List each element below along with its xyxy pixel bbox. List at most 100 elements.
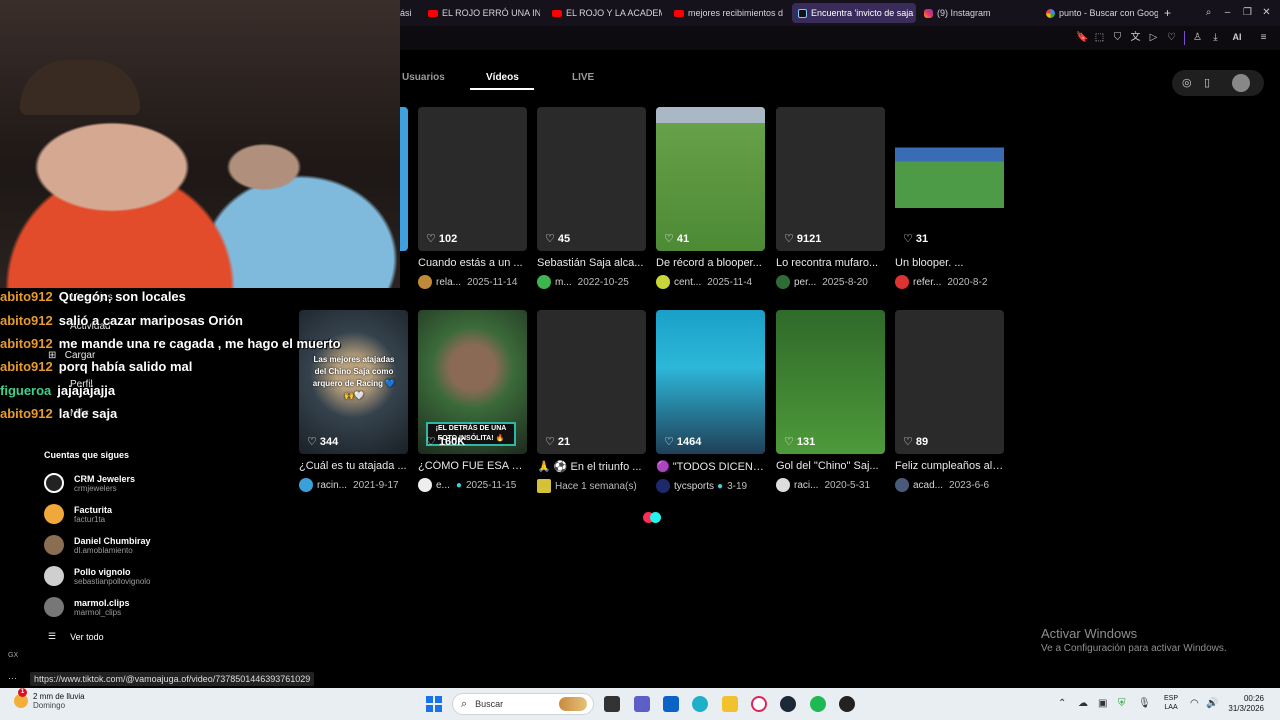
browser-tab[interactable]: EL ROJO Y LA ACADEMI <box>552 3 662 23</box>
avatar[interactable] <box>537 479 551 493</box>
browser-tab[interactable]: punto - Buscar con Goog <box>1046 3 1158 23</box>
video-card[interactable]: ♡ 21 🙏 ⚽ En el triunfo ... Hace 1 semana(… <box>537 310 646 493</box>
avatar[interactable] <box>418 478 432 492</box>
avatar[interactable] <box>44 597 64 617</box>
video-thumbnail[interactable]: ¡EL DETRÁS DE UNA FOTO INSÓLITA! 🔥 ♡ 160K <box>418 310 527 454</box>
clock[interactable]: 00:26 31/3/2026 <box>1226 694 1264 714</box>
ai-button[interactable]: AI <box>1228 32 1246 43</box>
avatar[interactable] <box>895 275 909 289</box>
screenshot-icon[interactable]: ⬚ <box>1094 32 1105 43</box>
video-thumbnail[interactable]: ♡ 9121 <box>776 107 885 251</box>
task-view-icon[interactable] <box>604 696 620 712</box>
video-thumbnail[interactable]: ♡ 131 <box>776 310 885 454</box>
more-icon[interactable]: ··· <box>8 673 17 683</box>
onedrive-icon[interactable]: ☁ <box>1078 698 1088 709</box>
author-name[interactable]: racin... <box>317 480 347 491</box>
video-thumbnail[interactable]: ♡ 31 <box>895 107 1004 251</box>
volume-icon[interactable]: 🔊 <box>1206 698 1218 709</box>
video-thumbnail[interactable]: ♡ 41 <box>656 107 765 251</box>
video-title[interactable]: Feliz cumpleaños al ... <box>895 460 1004 472</box>
video-title[interactable]: 🟣 "TODOS DICEN ... <box>656 460 765 473</box>
avatar[interactable] <box>537 275 551 289</box>
video-card[interactable]: ♡ 1464 🟣 "TODOS DICEN ... tycsports ● 3-19 <box>656 310 765 493</box>
video-thumbnail[interactable]: ♡ 21 <box>537 310 646 454</box>
edge-icon[interactable] <box>692 696 708 712</box>
avatar[interactable] <box>1232 74 1250 92</box>
video-card[interactable]: ♡ 102 Cuando estás a un ... rela... 2025-1… <box>418 107 527 289</box>
author-name[interactable]: rela... <box>436 277 461 288</box>
followed-account[interactable]: marmol.clips marmol_clips <box>44 597 130 617</box>
translate-icon[interactable]: 文 <box>1130 32 1141 43</box>
video-card[interactable]: ♡ 41 De récord a blooper... cent... 2025-1… <box>656 107 765 289</box>
video-title[interactable]: ¿Cuál es tu atajada ... <box>299 460 408 472</box>
followed-account[interactable]: CRM Jewelers crmjewelers <box>44 473 135 493</box>
author-name[interactable]: refer... <box>913 277 941 288</box>
avatar[interactable] <box>44 504 64 524</box>
avatar[interactable] <box>895 478 909 492</box>
video-title[interactable]: Un blooper. ... <box>895 257 1004 269</box>
wifi-icon[interactable]: ◠ <box>1190 698 1199 709</box>
minimize-icon[interactable]: – <box>1222 7 1233 18</box>
tab-usuarios[interactable]: Usuarios <box>402 72 445 83</box>
shield-icon[interactable]: ⛉ <box>1112 32 1123 43</box>
maximize-icon[interactable]: ❐ <box>1242 7 1253 18</box>
browser-tab-active[interactable]: Encuentra 'invicto de saja <box>792 3 916 23</box>
bookmark-icon[interactable]: 🔖 <box>1076 32 1088 43</box>
avatar[interactable] <box>44 566 64 586</box>
see-all-button[interactable]: ☰ Ver todo <box>48 631 104 642</box>
tray-app-icon[interactable]: ▣ <box>1098 698 1107 709</box>
chevron-up-icon[interactable]: ⌃ <box>1058 698 1066 709</box>
weather-widget[interactable]: 1 2 mm de lluvia Domingo <box>14 688 85 710</box>
spotify-icon[interactable] <box>810 696 826 712</box>
video-thumbnail[interactable]: ♡ 1464 <box>656 310 765 454</box>
avatar[interactable] <box>44 473 64 493</box>
video-title[interactable]: Lo recontra mufaro... <box>776 257 885 269</box>
windows-start-icon[interactable] <box>426 696 442 712</box>
close-icon[interactable]: ✕ <box>1261 7 1272 18</box>
browser-tab[interactable]: ási <box>400 3 418 23</box>
video-title[interactable]: ¿CÓMO FUE ESA SI... <box>418 460 527 472</box>
taskbar-search[interactable]: ⌕ Buscar <box>452 693 594 715</box>
microphone-icon[interactable]: 🎙 <box>1138 698 1151 709</box>
avatar[interactable] <box>656 275 670 289</box>
new-tab-button[interactable]: + <box>1164 3 1178 23</box>
video-thumbnail[interactable]: Las mejores atajadas del Chino Saja como… <box>299 310 408 454</box>
language-indicator[interactable]: ESP LAA <box>1164 694 1178 712</box>
heart-icon[interactable]: ♡ <box>1166 32 1177 43</box>
video-title[interactable]: Sebastián Saja alca... <box>537 257 646 269</box>
play-icon[interactable]: ▷ <box>1148 32 1159 43</box>
video-title[interactable]: 🙏 ⚽ En el triunfo ... <box>537 460 646 473</box>
video-thumbnail[interactable]: ♡ 102 <box>418 107 527 251</box>
browser-tab[interactable]: EL ROJO ERRÓ UNA INC <box>428 3 540 23</box>
author-name[interactable]: raci... <box>794 480 818 491</box>
followed-account[interactable]: Facturita factur1ta <box>44 504 112 524</box>
search-icon[interactable]: ⌕ <box>1203 7 1214 18</box>
author-name[interactable]: m... <box>555 277 572 288</box>
author-name[interactable]: per... <box>794 277 816 288</box>
menu-icon[interactable]: ≡ <box>1258 32 1269 43</box>
avatar[interactable] <box>299 478 313 492</box>
opera-gx-icon[interactable] <box>751 696 767 712</box>
browser-tab[interactable]: mejores recibimientos d <box>674 3 784 23</box>
author-name[interactable]: acad... <box>913 480 943 491</box>
author-name[interactable]: tycsports <box>674 481 714 492</box>
tab-videos[interactable]: Vídeos <box>486 72 519 83</box>
download-icon[interactable]: ⤓ <box>1210 32 1221 43</box>
profile-icon[interactable]: ♙ <box>1192 32 1203 43</box>
browser-tab[interactable]: (9) Instagram <box>924 3 1014 23</box>
author-name[interactable]: cent... <box>674 277 701 288</box>
avatar[interactable] <box>776 275 790 289</box>
file-explorer-icon[interactable] <box>722 696 738 712</box>
video-card[interactable]: ♡ 31 Un blooper. ... refer... 2020-8-2 <box>895 107 1004 289</box>
teams-icon[interactable] <box>634 696 650 712</box>
video-card[interactable]: ♡ 45 Sebastián Saja alca... m... 2022-10-2… <box>537 107 646 289</box>
video-card[interactable]: ♡ 131 Gol del "Chino" Saj... raci... 2020-… <box>776 310 885 492</box>
security-icon[interactable]: ⛨ <box>1118 698 1126 709</box>
compass-icon[interactable]: ◎ <box>1182 76 1192 89</box>
video-title[interactable]: Cuando estás a un ... <box>418 257 527 269</box>
followed-account[interactable]: Pollo vignolo sebastianpollovignolo <box>44 566 151 586</box>
author-name[interactable]: e... <box>436 480 450 491</box>
avatar[interactable] <box>776 478 790 492</box>
tab-live[interactable]: LIVE <box>572 72 594 83</box>
followed-account[interactable]: Daniel Chumbiray dl.amoblamiento <box>44 535 151 555</box>
